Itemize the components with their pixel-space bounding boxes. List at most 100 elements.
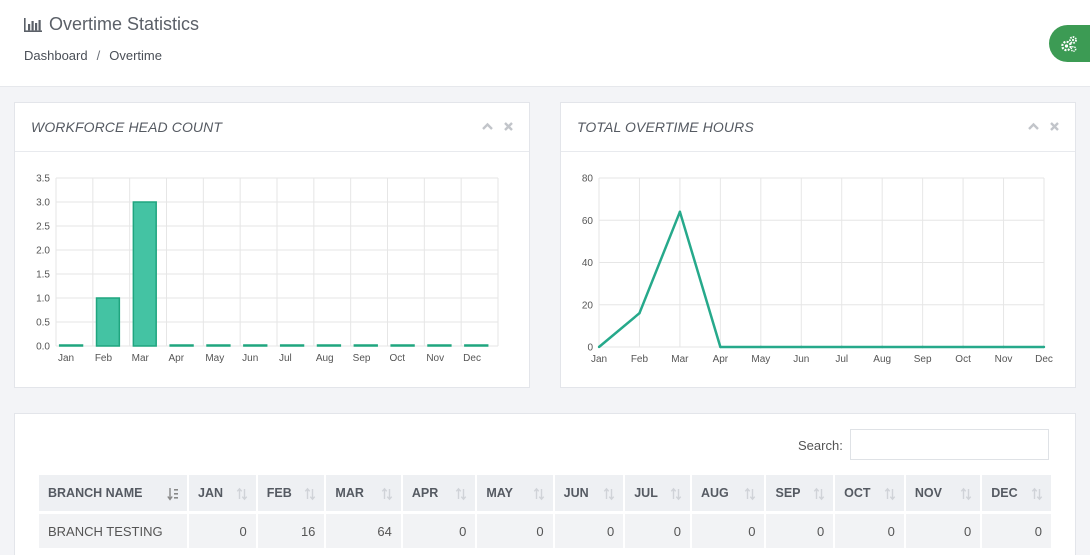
sort-icon	[456, 487, 467, 501]
column-header-jul[interactable]: JUL	[625, 475, 690, 514]
close-icon[interactable]	[1048, 120, 1061, 133]
x-tick-label: Dec	[1035, 354, 1053, 365]
month-value-cell: 0	[835, 514, 904, 548]
page-title: Overtime Statistics	[49, 14, 200, 34]
column-header-label: BRANCH NAME	[48, 486, 143, 500]
x-tick-label: Nov	[426, 353, 444, 364]
panel-tools	[481, 120, 515, 133]
x-tick-label: Dec	[463, 353, 481, 364]
y-tick-label: 80	[582, 174, 594, 185]
sort-alpha-asc-icon	[167, 488, 179, 501]
month-value-cell: 0	[905, 514, 981, 548]
search-input[interactable]	[850, 429, 1049, 460]
column-header-sep[interactable]: SEP	[766, 475, 834, 514]
data-point-jun	[800, 345, 803, 349]
bar-chart-icon	[24, 17, 42, 32]
data-point-oct	[961, 345, 965, 349]
column-header-label: DEC	[991, 486, 1018, 500]
bar-jan	[58, 344, 84, 347]
table-header-row: BRANCH NAME JAN FEB MAR APR MAY JUN JUL AUG SEP OC…	[39, 475, 1051, 514]
branch-name-cell: BRANCH TESTING	[39, 514, 188, 548]
close-icon[interactable]	[502, 120, 515, 133]
month-value-cell: 0	[982, 514, 1051, 548]
y-tick-label: 2.0	[36, 246, 50, 257]
month-value-cell: 0	[189, 514, 256, 548]
search-label: Search:	[798, 438, 843, 453]
data-point-mar	[678, 210, 682, 213]
bar-nov	[427, 344, 452, 347]
column-header-label: JAN	[198, 486, 224, 500]
bar-oct	[390, 344, 415, 347]
column-header-label: FEB	[266, 486, 292, 500]
sort-icon	[381, 487, 393, 501]
overtime-table: BRANCH NAME JAN FEB MAR APR MAY JUN JUL AUG SEP OC…	[37, 475, 1053, 548]
bar-aug	[316, 344, 342, 347]
breadcrumb-dashboard-link[interactable]: Dashboard	[24, 48, 88, 63]
y-tick-label: 1.0	[36, 294, 50, 305]
x-tick-label: Jul	[835, 354, 848, 365]
column-header-branch-name[interactable]: BRANCH NAME	[39, 475, 188, 514]
y-tick-label: 3.5	[36, 174, 50, 185]
x-tick-label: Jan	[58, 353, 74, 364]
month-value-cell: 0	[477, 514, 553, 548]
y-tick-label: 0.0	[36, 342, 50, 353]
x-tick-label: Oct	[390, 353, 406, 364]
column-header-label: APR	[411, 486, 439, 500]
x-tick-label: Jun	[242, 353, 258, 364]
bar-may	[206, 344, 231, 347]
data-point-nov	[1002, 345, 1005, 349]
breadcrumb-current: Overtime	[109, 48, 162, 63]
panel-title: TOTAL OVERTIME HOURS	[577, 119, 754, 135]
sort-icon	[813, 487, 825, 501]
data-point-apr	[719, 345, 722, 349]
bar-sep	[353, 344, 378, 347]
table-row: BRANCH TESTING 0 16 64 0 0 0 0 0 0 0 0 0	[39, 514, 1051, 548]
headcount-bar-chart: 0.0 0.5 1.0 1.5 2.0 2.5 3.0 3.5 Jan Feb Mar Apr May J…	[36, 174, 499, 364]
column-header-label: JUN	[563, 486, 589, 500]
y-tick-label: 1.5	[36, 270, 50, 281]
x-tick-label: Feb	[631, 354, 649, 365]
x-tick-label: Sep	[353, 353, 371, 364]
column-header-nov[interactable]: NOV	[905, 475, 981, 514]
title-row: Overtime Statistics	[24, 14, 199, 35]
y-tick-label: 2.5	[36, 222, 50, 233]
column-header-dec[interactable]: DEC	[982, 475, 1051, 514]
column-header-jan[interactable]: JAN	[189, 475, 256, 514]
settings-toggle-button[interactable]	[1049, 25, 1090, 62]
x-tick-label: Oct	[955, 354, 971, 365]
breadcrumb-separator: /	[96, 48, 101, 63]
y-tick-label: 20	[582, 300, 594, 311]
column-header-label: MAY	[486, 486, 513, 500]
sort-icon	[604, 487, 615, 501]
y-tick-label: 0.5	[36, 318, 50, 329]
x-tick-label: Apr	[713, 354, 729, 365]
chevron-up-icon[interactable]	[1027, 120, 1040, 133]
column-header-feb[interactable]: FEB	[257, 475, 325, 514]
sort-icon	[670, 487, 682, 501]
sort-icon	[236, 487, 247, 501]
month-value-cell: 0	[691, 514, 765, 548]
month-value-cell: 0	[625, 514, 690, 548]
column-header-oct[interactable]: OCT	[835, 475, 904, 514]
column-header-may[interactable]: MAY	[477, 475, 553, 514]
data-point-dec	[1042, 345, 1046, 349]
sort-icon	[960, 487, 972, 501]
data-point-jul	[840, 345, 843, 349]
column-header-jun[interactable]: JUN	[554, 475, 624, 514]
column-header-label: NOV	[914, 486, 942, 500]
column-header-aug[interactable]: AUG	[691, 475, 765, 514]
sort-icon	[745, 487, 756, 501]
x-tick-label: Aug	[316, 353, 334, 364]
chevron-up-icon[interactable]	[481, 120, 494, 133]
x-tick-label: May	[751, 354, 770, 365]
panel-header: WORKFORCE HEAD COUNT	[15, 103, 529, 152]
column-header-mar[interactable]: MAR	[326, 475, 401, 514]
x-tick-label: May	[205, 353, 224, 364]
column-header-apr[interactable]: APR	[402, 475, 476, 514]
month-value-cell: 0	[554, 514, 624, 548]
table-body: BRANCH TESTING 0 16 64 0 0 0 0 0 0 0 0 0	[39, 514, 1051, 548]
sort-icon	[884, 487, 896, 501]
data-point-sep	[921, 345, 924, 349]
overtime-series-line	[598, 210, 1044, 349]
x-tick-label: Sep	[914, 354, 932, 365]
